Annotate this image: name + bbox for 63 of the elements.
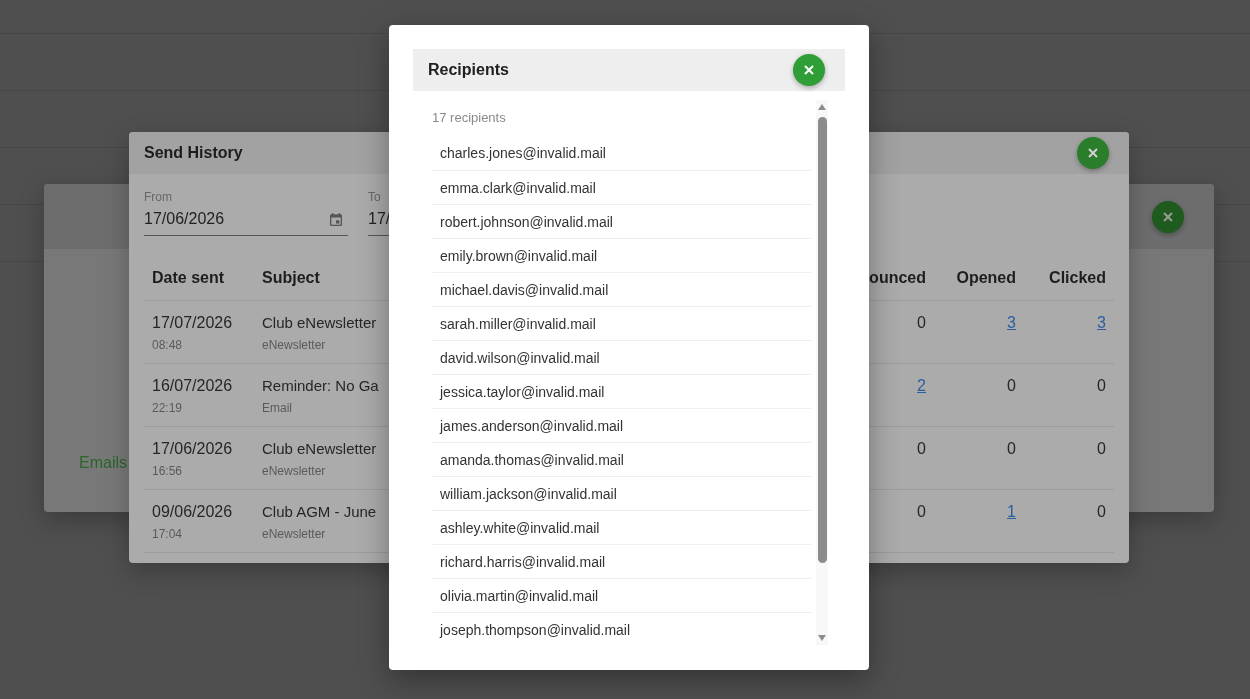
date-text: 17/06/2026 — [152, 439, 233, 459]
email-text: william.jackson@invalid.mail — [440, 485, 617, 502]
email-text: emma.clark@invalid.mail — [440, 179, 596, 196]
subject-text: Club eNewsletter — [262, 313, 377, 333]
time-text: 08:48 — [152, 337, 183, 353]
dialog-title: Recipients — [428, 61, 509, 79]
date-field[interactable]: 17/06/2026 — [144, 206, 348, 236]
column-header: Subject — [262, 268, 320, 287]
close-button[interactable] — [1077, 137, 1109, 169]
scrollbar[interactable] — [816, 100, 828, 645]
time-text: 17:04 — [152, 526, 183, 542]
message-type-text: Email — [262, 400, 292, 416]
count-link[interactable]: 2 — [917, 376, 926, 396]
message-text: Emails — [79, 453, 127, 473]
subject-text: Club eNewsletter — [262, 439, 377, 459]
subject-text: Reminder: No Ga — [262, 376, 379, 396]
calendar-icon — [330, 212, 342, 226]
column-header: Date sent — [152, 268, 225, 287]
date-text: 17/07/2026 — [152, 313, 233, 333]
column-header: Clicked — [1049, 268, 1106, 287]
email-text: david.wilson@invalid.mail — [440, 349, 600, 366]
dialog-title: Send History — [144, 144, 243, 162]
email-text: charles.jones@invalid.mail — [440, 145, 606, 161]
time-text: 16:56 — [152, 463, 183, 479]
count-text: 0 — [1097, 376, 1106, 396]
column-header: ounced — [869, 268, 926, 287]
message-type-text: eNewsletter — [262, 463, 326, 479]
count-text: 0 — [1007, 439, 1016, 459]
close-icon — [1163, 211, 1173, 222]
column-header: Opened — [956, 268, 1016, 287]
message-type-text: eNewsletter — [262, 337, 326, 353]
email-text: emily.brown@invalid.mail — [440, 247, 598, 264]
count-text: 0 — [1007, 376, 1016, 396]
email-text: michael.davis@invalid.mail — [440, 281, 609, 298]
count-text: 0 — [1097, 502, 1106, 522]
time-text: 22:19 — [152, 400, 183, 416]
count-text: 0 — [917, 439, 926, 459]
email-text: sarah.miller@invalid.mail — [440, 315, 596, 332]
email-text: robert.johnson@invalid.mail — [440, 213, 613, 230]
count-link[interactable]: 1 — [1007, 502, 1016, 522]
recipient-count: 17 recipients — [432, 110, 506, 126]
close-icon — [804, 65, 814, 75]
email-text: jessica.taylor@invalid.mail — [440, 383, 605, 400]
email-text: james.anderson@invalid.mail — [440, 417, 624, 434]
date-text: 16/07/2026 — [152, 376, 233, 396]
email-text: richard.harris@invalid.mail — [440, 553, 606, 570]
count-text: 0 — [1097, 439, 1106, 459]
close-icon — [1088, 148, 1098, 158]
count-text: 0 — [917, 502, 926, 522]
field-label: To — [368, 190, 381, 204]
subject-text: Club AGM - June — [262, 502, 377, 522]
email-text: olivia.martin@invalid.mail — [440, 587, 599, 604]
field-label: From — [144, 190, 172, 204]
email-text: ashley.white@invalid.mail — [440, 519, 600, 536]
message-type-text: eNewsletter — [262, 526, 326, 542]
email-text: amanda.thomas@invalid.mail — [440, 451, 624, 468]
date-text: 09/06/2026 — [152, 502, 233, 522]
count-link[interactable]: 3 — [1007, 313, 1016, 333]
email-text: joseph.thompson@invalid.mail — [440, 621, 631, 638]
count-link[interactable]: 3 — [1097, 313, 1106, 333]
count-text: 0 — [917, 313, 926, 333]
close-button[interactable] — [1152, 200, 1184, 233]
close-button[interactable] — [793, 54, 825, 86]
